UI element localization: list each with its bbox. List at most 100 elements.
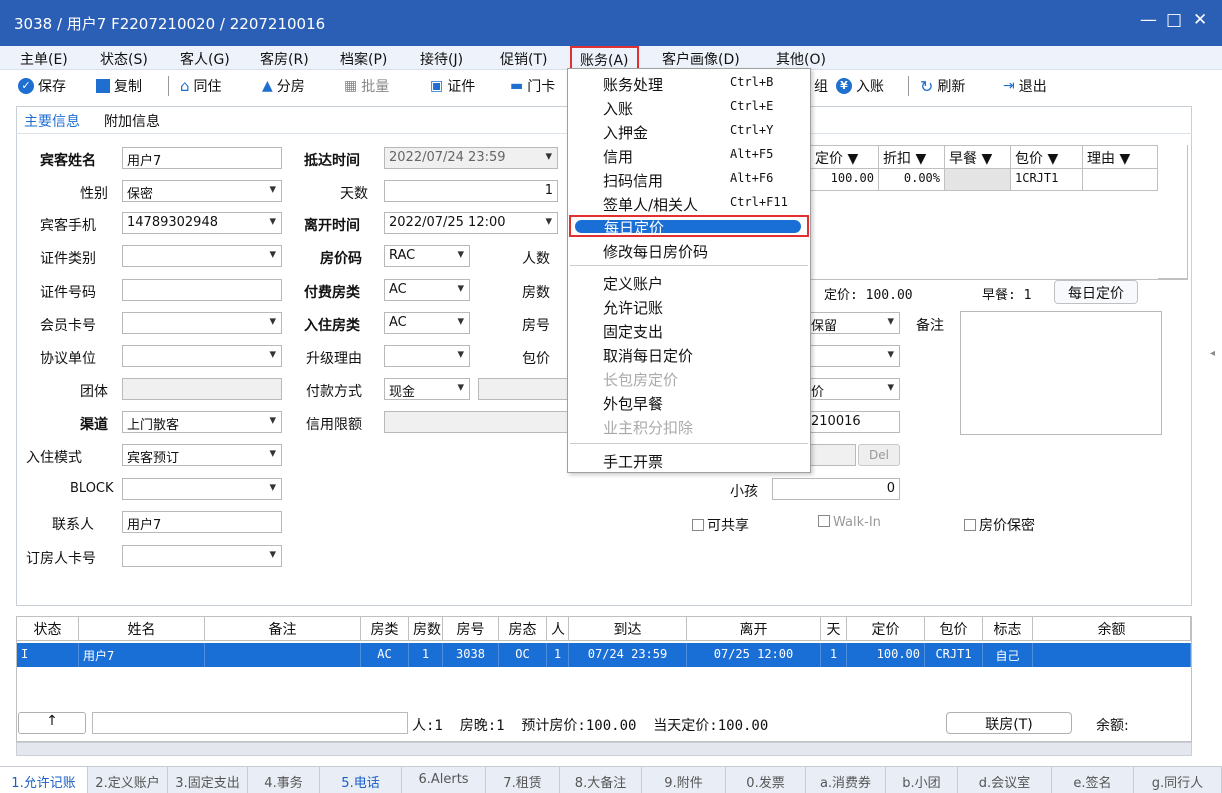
status-tab-6[interactable]: 7.租赁 [486,767,560,793]
col-breakfast[interactable]: 早餐 ▼ [945,146,1011,168]
rate-code-select[interactable]: RAC [384,245,470,267]
room-type-select[interactable]: AC [384,312,470,334]
col-header[interactable]: 天 [821,617,847,640]
copy-button[interactable]: 复制 [96,76,142,96]
table-row[interactable]: I 用户7 AC 1 3038 OC 1 07/24 23:59 07/25 12:00 1 100… [17,643,1191,667]
menu-main[interactable]: 主单(E) [20,49,68,69]
close-button[interactable]: ✕ [1193,10,1207,30]
col-header[interactable]: 人 [547,617,569,640]
mobile-input[interactable]: 14789302948 [122,212,282,234]
daily-price-button[interactable]: 每日定价 [1054,280,1138,304]
rate-grid-row[interactable]: 100.00 0.00% 1CRJT1 [810,169,1158,191]
booker-card-select[interactable] [122,545,282,567]
partial-hidden-button[interactable]: 组 [814,76,828,96]
upgrade-select[interactable] [384,345,470,367]
col-header[interactable]: 姓名 [79,617,205,640]
col-package[interactable]: 包价 ▼ [1011,146,1083,168]
col-header[interactable]: 包价 [925,617,983,640]
menu-profile[interactable]: 档案(P) [340,49,387,69]
walkin-checkbox[interactable]: Walk-In [818,515,881,530]
batch-button[interactable]: ▦ 批量 [344,76,389,96]
link-room-button[interactable]: 联房(T) [946,712,1072,734]
menu-item-9[interactable]: 允许记账 [568,295,810,318]
menu-item-1[interactable]: 入账 Ctrl+E [568,96,810,119]
maximize-button[interactable]: □ [1166,10,1182,30]
menu-item-3[interactable]: 信用 Alt+F5 [568,144,810,167]
account-input[interactable]: 210016 [806,411,900,433]
certificate-button[interactable]: ▣ 证件 [430,76,475,96]
menu-customer-profile[interactable]: 客户画像(D) [662,49,740,69]
col-header[interactable]: 状态 [17,617,79,640]
col-header[interactable]: 房号 [443,617,499,640]
col-reason[interactable]: 理由 ▼ [1083,146,1157,168]
col-header[interactable]: 定价 [847,617,925,640]
id-type-select[interactable] [122,245,282,267]
menu-status[interactable]: 状态(S) [100,49,148,69]
col-header[interactable]: 备注 [205,617,361,640]
col-header[interactable]: 余额 [1033,617,1191,640]
menu-item-7[interactable]: 修改每日房价码 [568,239,810,262]
menu-item-5[interactable]: 签单人/相关人 Ctrl+F11 [568,192,810,215]
col-header[interactable]: 标志 [983,617,1033,640]
status-tab-10[interactable]: a.消费券 [806,767,886,793]
status-tab-7[interactable]: 8.大备注 [560,767,642,793]
menu-promotion[interactable]: 促销(T) [500,49,547,69]
col-discount[interactable]: 折扣 ▼ [879,146,945,168]
pay-room-type-select[interactable]: AC [384,279,470,301]
menu-item-15[interactable]: 手工开票 [568,449,810,472]
menu-room[interactable]: 客房(R) [260,49,309,69]
arrival-datetime[interactable]: 2022/07/24 23:59 [384,147,558,169]
col-header[interactable]: 房数 [409,617,443,640]
minimize-button[interactable]: — [1140,10,1157,30]
menu-other[interactable]: 其他(O) [776,49,826,69]
menu-reception[interactable]: 接待(J) [420,49,463,69]
group-input[interactable] [122,378,282,400]
remark-textarea[interactable] [960,311,1162,435]
menu-guest[interactable]: 客人(G) [180,49,230,69]
agreement-select[interactable] [122,345,282,367]
split-room-button[interactable]: ▲ 分房 [262,76,305,96]
status-tab-8[interactable]: 9.附件 [642,767,726,793]
col-header[interactable]: 房类 [361,617,409,640]
menu-item-11[interactable]: 取消每日定价 [568,343,810,366]
status-tab-9[interactable]: 0.发票 [726,767,806,793]
status-tab-1[interactable]: 2.定义账户 [88,767,168,793]
cohabit-button[interactable]: ⌂ 同住 [180,76,222,96]
payment-extra-input[interactable] [478,378,568,400]
menu-item-8[interactable]: 定义账户 [568,271,810,294]
menu-item-13[interactable]: 外包早餐 [568,391,810,414]
price-secret-checkbox[interactable]: 房价保密 [964,515,1035,535]
up-button[interactable]: ↑ [18,712,86,734]
col-header[interactable]: 到达 [569,617,687,640]
guest-name-input[interactable]: 用户7 [122,147,282,169]
tab-main-info[interactable]: 主要信息 [24,111,80,131]
post-button[interactable]: ¥ 入账 [836,76,884,96]
checkin-mode-select[interactable]: 宾客预订 [122,444,282,466]
exit-button[interactable]: ⇥ 退出 [1003,76,1047,96]
col-price[interactable]: 定价 ▼ [811,146,879,168]
footer-input[interactable] [92,712,408,734]
save-button[interactable]: ✓ 保存 [18,76,66,96]
price-select[interactable]: 价 [806,378,900,400]
status-tab-3[interactable]: 4.事务 [248,767,320,793]
departure-datetime[interactable]: 2022/07/25 12:00 [384,212,558,234]
child-input[interactable]: 0 [772,478,900,500]
status-tab-2[interactable]: 3.固定支出 [168,767,248,793]
block-select[interactable] [122,478,282,500]
menu-item-12[interactable]: 长包房定价 [568,367,810,390]
refresh-button[interactable]: ↻ 刷新 [920,76,965,96]
col-header[interactable]: 离开 [687,617,821,640]
status-tab-11[interactable]: b.小团 [886,767,958,793]
menu-item-2[interactable]: 入押金 Ctrl+Y [568,120,810,143]
horizontal-scrollbar[interactable] [16,742,1192,756]
menu-item-4[interactable]: 扫码信用 Alt+F6 [568,168,810,191]
id-no-input[interactable] [122,279,282,301]
menu-item-14[interactable]: 业主积分扣除 [568,415,810,438]
payment-select[interactable]: 现金 [384,378,470,400]
days-input[interactable]: 1 [384,180,558,202]
shareable-checkbox[interactable]: 可共享 [692,515,749,535]
member-select[interactable] [122,312,282,334]
gender-select[interactable]: 保密 [122,180,282,202]
collapse-arrow-icon[interactable]: ◂ [1210,348,1215,359]
col-header[interactable]: 房态 [499,617,547,640]
